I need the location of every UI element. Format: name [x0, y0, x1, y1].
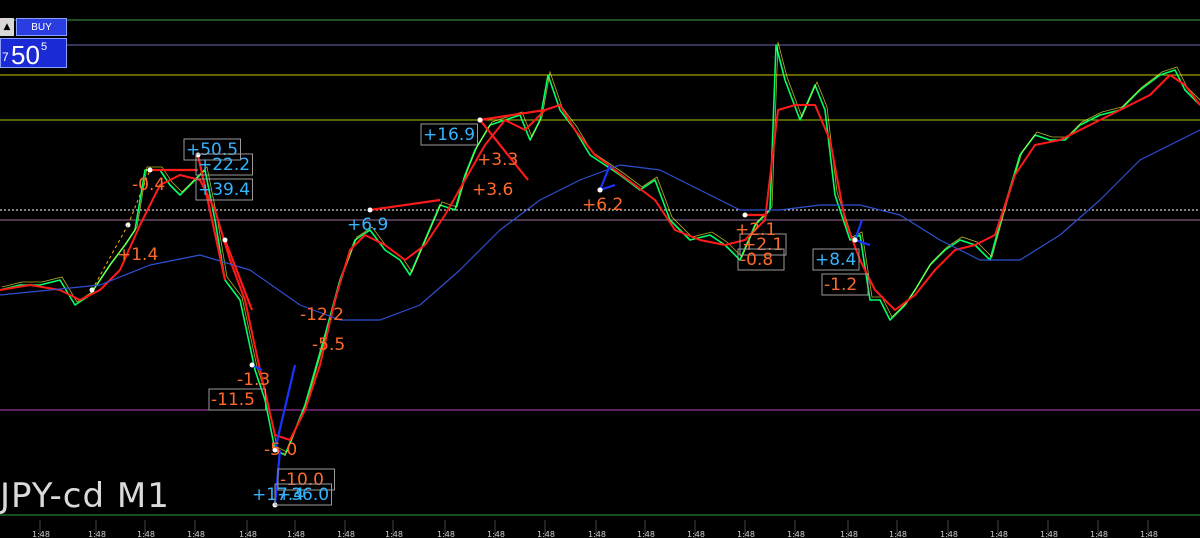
trade-line-5	[369, 198, 441, 212]
trade-entry-dot-10	[597, 187, 603, 193]
x-tick-label-10: 1:48	[537, 530, 555, 538]
horizontal-levels	[0, 19, 1200, 516]
trade-label-text: -5.0	[264, 440, 297, 460]
trade-entry-dot-4	[222, 237, 228, 243]
trade-label-text: +3.6	[472, 180, 513, 200]
x-tick-label-3: 1:48	[187, 530, 205, 538]
trade-label-21: +8.4	[812, 248, 860, 271]
one-click-trade-panel: ▲ BUY 7 50 5	[0, 18, 67, 70]
x-tick-label-15: 1:48	[787, 530, 805, 538]
x-tick-label-1: 1:48	[88, 530, 106, 538]
trade-entry-dot-12	[852, 237, 858, 243]
trade-label-13: -11.5	[208, 388, 266, 411]
trade-label-2: +39.4	[195, 178, 253, 201]
x-tick-label-13: 1:48	[687, 530, 705, 538]
trade-label-17: +36.0	[274, 483, 332, 506]
x-tick-label-2: 1:48	[137, 530, 155, 538]
x-tick-label-14: 1:48	[737, 530, 755, 538]
trade-label-22: -1.2	[821, 273, 869, 296]
trade-label-text: +6.2	[582, 195, 623, 215]
trade-label-text: -5.5	[312, 335, 345, 355]
price-line-shadow	[1, 41, 1200, 453]
x-tick-label-20: 1:48	[1040, 530, 1058, 538]
trade-label-text: +1.4	[117, 245, 158, 265]
trade-label-14: -5.0	[264, 440, 297, 460]
trade-label-text: -1.2	[824, 275, 857, 295]
x-tick-label-16: 1:48	[840, 530, 858, 538]
trade-label-3: -0.4	[132, 175, 165, 195]
trade-entry-dot-1	[477, 117, 483, 123]
trade-label-1: +22.2	[195, 153, 253, 176]
symbol-timeframe-label: JPY-cd M1	[0, 476, 170, 516]
trade-label-4: +1.4	[117, 245, 158, 265]
trade-label-text: +8.4	[815, 250, 856, 270]
trade-label-text: +39.4	[198, 180, 250, 200]
trade-line-4	[223, 239, 254, 311]
trade-entry-dot-15	[89, 287, 95, 293]
trade-labels: +50.5+22.2+39.4-0.4+1.4+16.9+3.3+3.6+6.9…	[117, 123, 869, 506]
trade-label-5: +16.9	[420, 123, 478, 146]
x-tick-label-0: 1:48	[32, 530, 50, 538]
x-tick-label-17: 1:48	[889, 530, 907, 538]
trade-label-text: +2.1	[735, 220, 776, 240]
trade-label-text: +22.2	[198, 155, 250, 175]
buy-price-display[interactable]: 7 50 5	[0, 38, 67, 70]
expand-arrow-icon[interactable]: ▲	[0, 18, 14, 36]
buy-price-pip: 5	[41, 41, 48, 53]
trade-label-text: +6.9	[347, 215, 388, 235]
x-tick-label-8: 1:48	[437, 530, 455, 538]
trade-label-20: +2.1	[735, 220, 776, 240]
x-tick-label-11: 1:48	[588, 530, 606, 538]
fast-moving-average	[0, 74, 1200, 441]
trade-label-9: +6.2	[582, 195, 623, 215]
price-series	[0, 41, 1200, 456]
price-line	[0, 44, 1200, 456]
buy-price-main: 50	[11, 40, 40, 70]
x-tick-label-6: 1:48	[337, 530, 355, 538]
trade-label-text: +16.9	[423, 125, 475, 145]
trade-label-11: -5.5	[312, 335, 345, 355]
x-tick-label-18: 1:48	[940, 530, 958, 538]
trade-label-12: -1.3	[237, 370, 270, 390]
x-tick-label-12: 1:48	[637, 530, 655, 538]
trade-entry-dot-13	[742, 212, 748, 218]
trade-label-6: +3.3	[477, 150, 518, 170]
x-tick-label-21: 1:48	[1090, 530, 1108, 538]
price-chart[interactable]: +50.5+22.2+39.4-0.4+1.4+16.9+3.3+3.6+6.9…	[0, 0, 1200, 538]
trade-label-7: +3.6	[472, 180, 513, 200]
trade-entry-dot-5	[367, 207, 373, 213]
trade-label-10: -12.2	[300, 305, 344, 325]
x-tick-label-4: 1:48	[239, 530, 257, 538]
buy-price-prefix: 7	[2, 50, 9, 64]
x-tick-label-7: 1:48	[385, 530, 403, 538]
trade-label-text: -0.8	[740, 250, 773, 270]
trade-label-text: +3.3	[477, 150, 518, 170]
x-tick-label-9: 1:48	[487, 530, 505, 538]
trade-label-text: -11.5	[211, 390, 255, 410]
trade-label-text: -0.4	[132, 175, 165, 195]
trade-label-text: -1.3	[237, 370, 270, 390]
trade-label-text: -12.2	[300, 305, 344, 325]
buy-button[interactable]: BUY	[16, 18, 67, 36]
x-tick-label-5: 1:48	[287, 530, 305, 538]
x-axis-ticks: 1:48 1:48 1:48 1:48 1:48 1:48 1:48 1:48 1:48 1:48…	[32, 530, 1158, 538]
x-tick-label-19: 1:48	[990, 530, 1008, 538]
trade-entry-dot-6	[249, 362, 255, 368]
trade-label-8: +6.9	[347, 215, 388, 235]
trade-label-text: +36.0	[277, 485, 329, 505]
x-tick-label-22: 1:48	[1140, 530, 1158, 538]
